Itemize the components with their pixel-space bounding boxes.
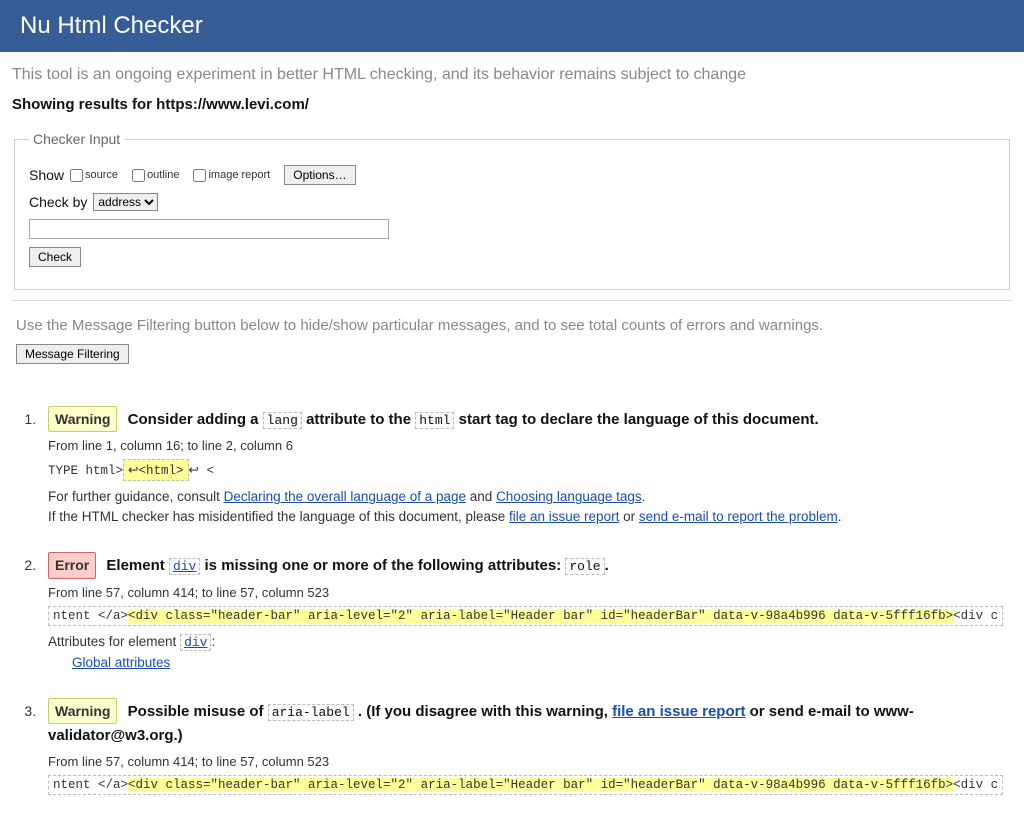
msg1-text-mid: attribute to the <box>306 411 415 428</box>
check-button-row: Check <box>29 247 995 267</box>
extract-plain: ntent </a> <box>53 609 128 623</box>
extract-plain: ↩ < <box>189 464 214 478</box>
code-extract: ntent </a><div class="header-bar" aria-l… <box>48 775 1008 795</box>
code-html: html <box>415 412 454 429</box>
image-report-checkbox[interactable] <box>193 169 206 182</box>
filter-button-wrap: Message Filtering <box>0 340 1024 374</box>
info-text: Attributes for element <box>48 634 180 649</box>
message-location: From line 57, column 414; to line 57, co… <box>48 585 1008 600</box>
extract-highlight: <div class="header-bar" aria-level="2" a… <box>128 609 953 623</box>
code-lang: lang <box>263 412 302 429</box>
results-for: Showing results for https://www.levi.com… <box>0 92 1024 123</box>
link-declaring-language[interactable]: Declaring the overall language of a page <box>224 489 466 504</box>
info-text: : <box>211 634 215 649</box>
show-label: Show <box>29 167 64 183</box>
msg3-text-mid: . (If you disagree with this warning, <box>358 703 612 720</box>
message-location: From line 57, column 414; to line 57, co… <box>48 754 1008 769</box>
message-item: Warning Possible misuse of aria-label . … <box>40 698 1008 795</box>
divider <box>12 300 1012 301</box>
msg2-text-mid: is missing one or more of the following … <box>205 557 566 574</box>
check-by-row: Check by address <box>29 193 995 211</box>
info-text: . <box>838 509 842 524</box>
extract-highlight: <div class="header-bar" aria-level="2" a… <box>128 778 953 792</box>
extract-border: ntent </a><div class="header-bar" aria-l… <box>48 775 1003 795</box>
link-file-issue-report[interactable]: file an issue report <box>612 703 745 720</box>
message-info-indent: Global attributes <box>48 655 1008 670</box>
error-badge: Error <box>48 552 96 578</box>
msg3-link-text: file an issue report <box>612 703 745 720</box>
image-report-checkbox-label: image report <box>208 169 270 181</box>
code-role: role <box>565 558 604 575</box>
message-info: For further guidance, consult Declaring … <box>48 489 1008 504</box>
extract-plain: TYPE html> <box>48 464 123 478</box>
extract-plain: ntent </a> <box>53 778 128 792</box>
check-button[interactable]: Check <box>29 247 81 267</box>
extract-plain: <div c <box>953 609 998 623</box>
link-div-element[interactable]: div <box>180 634 211 651</box>
link-file-issue-report[interactable]: file an issue report <box>509 509 619 524</box>
code-extract: ntent </a><div class="header-bar" aria-l… <box>48 606 1008 626</box>
msg1-text-pre: Consider adding a <box>128 411 263 428</box>
code-extract: TYPE html>↩<html>↩ < <box>48 459 1008 481</box>
messages-list: Warning Consider adding a lang attribute… <box>0 374 1024 795</box>
link-global-attributes[interactable]: Global attributes <box>72 655 170 670</box>
checker-input-fieldset: Checker Input Show source outline image … <box>14 131 1010 290</box>
intro-text: This tool is an ongoing experiment in be… <box>0 52 1024 92</box>
page-title: Nu Html Checker <box>20 12 203 39</box>
message-location: From line 1, column 16; to line 2, colum… <box>48 438 1008 453</box>
message-filtering-button[interactable]: Message Filtering <box>16 344 129 364</box>
extract-highlight: ↩<html> <box>123 459 188 481</box>
info-text: For further guidance, consult <box>48 489 224 504</box>
outline-checkbox[interactable] <box>132 169 145 182</box>
image-report-checkbox-wrap: image report <box>193 169 270 182</box>
check-by-label: Check by <box>29 194 87 210</box>
info-text: and <box>470 489 496 504</box>
msg2-text-post: . <box>605 557 609 574</box>
source-checkbox-wrap: source <box>70 169 118 182</box>
code-div-link[interactable]: div <box>169 558 200 575</box>
options-button[interactable]: Options… <box>284 165 355 185</box>
message-heading: Warning Possible misuse of aria-label . … <box>48 698 1008 748</box>
message-heading: Warning Consider adding a lang attribute… <box>48 406 1008 432</box>
link-send-email-report[interactable]: send e-mail to report the problem <box>639 509 838 524</box>
message-info: If the HTML checker has misidentified th… <box>48 509 1008 524</box>
message-heading: Error Element div is missing one or more… <box>48 552 1008 578</box>
msg1-text-post: start tag to declare the language of thi… <box>459 411 819 428</box>
message-item: Error Element div is missing one or more… <box>40 552 1008 669</box>
check-by-select[interactable]: address <box>93 193 158 211</box>
message-item: Warning Consider adding a lang attribute… <box>40 406 1008 524</box>
code-aria-label: aria-label <box>268 704 354 721</box>
source-checkbox[interactable] <box>70 169 83 182</box>
checker-input-legend: Checker Input <box>29 131 124 147</box>
address-row <box>29 219 995 239</box>
page-header: Nu Html Checker <box>0 0 1024 52</box>
msg3-text-pre: Possible misuse of <box>128 703 268 720</box>
link-choosing-language-tags[interactable]: Choosing language tags <box>496 489 642 504</box>
show-row: Show source outline image report Options… <box>29 165 995 185</box>
extract-plain: <div c <box>953 778 998 792</box>
outline-checkbox-wrap: outline <box>132 169 179 182</box>
filter-note: Use the Message Filtering button below t… <box>0 311 1024 340</box>
message-info: Attributes for element div: <box>48 634 1008 650</box>
msg2-text-pre: Element <box>106 557 169 574</box>
info-text: If the HTML checker has misidentified th… <box>48 509 509 524</box>
outline-checkbox-label: outline <box>147 169 179 181</box>
extract-border: ntent </a><div class="header-bar" aria-l… <box>48 606 1003 626</box>
warning-badge: Warning <box>48 698 117 724</box>
source-checkbox-label: source <box>85 169 118 181</box>
info-text: . <box>642 489 646 504</box>
address-input[interactable] <box>29 219 389 239</box>
info-text: or <box>623 509 639 524</box>
warning-badge: Warning <box>48 406 117 432</box>
